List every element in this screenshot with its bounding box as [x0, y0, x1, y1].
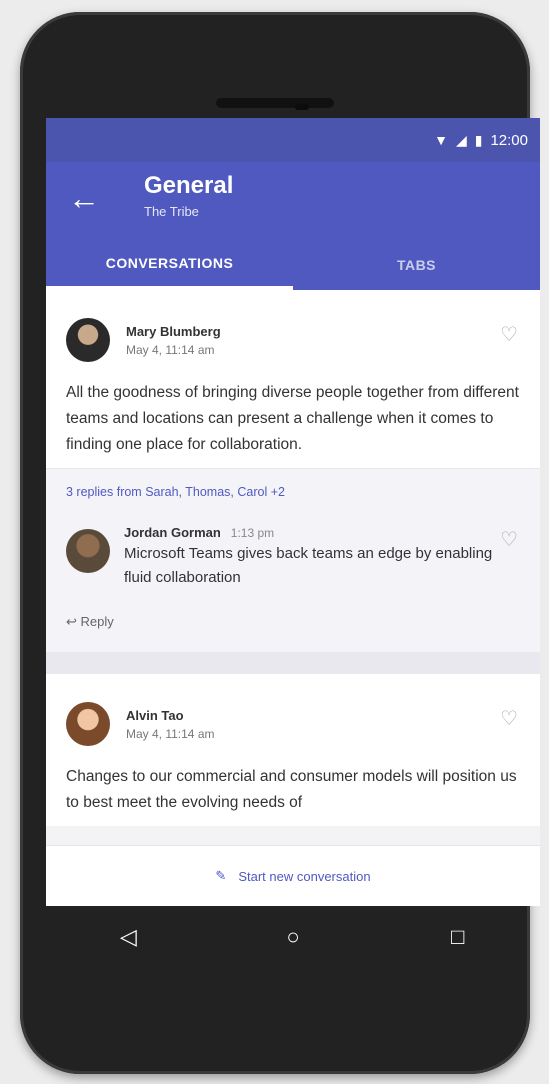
post-date: May 4, 11:14 am	[126, 726, 215, 741]
like-icon[interactable]: ♡	[500, 527, 518, 552]
team-name: The Tribe	[144, 204, 199, 219]
compose-icon: ✎	[215, 868, 227, 883]
post-date: May 4, 11:14 am	[126, 342, 215, 357]
app-bar: ← General The Tribe CONVERSATIONS TABS	[46, 162, 540, 290]
battery-icon: ▮	[474, 131, 483, 148]
avatar[interactable]	[66, 702, 110, 746]
signal-icon: ◢	[455, 131, 467, 148]
reply-arrow-icon: ↩	[66, 614, 77, 629]
reply-body: Microsoft Teams gives back teams an edge…	[124, 545, 493, 586]
front-camera	[295, 104, 309, 110]
author-name: Alvin Tao	[126, 707, 184, 723]
tab-tabs[interactable]: TABS	[293, 240, 540, 290]
screen: ▼ ◢ ▮ 12:00 ← General The Tribe CONVERSA…	[46, 118, 540, 906]
conversation-card: Alvin Tao May 4, 11:14 am ♡ Changes to o…	[46, 674, 540, 826]
avatar[interactable]	[66, 318, 110, 362]
channel-title: General	[144, 172, 234, 199]
post[interactable]: Mary Blumberg May 4, 11:14 am ♡ All the …	[46, 290, 540, 468]
reply-time: 1:13 pm	[230, 526, 275, 540]
post-body: All the goodness of bringing diverse peo…	[66, 384, 519, 453]
post-body: Changes to our commercial and consumer m…	[66, 768, 517, 811]
reply[interactable]: Jordan Gorman 1:13 pm Microsoft Teams giv…	[46, 515, 540, 600]
new-conversation-button[interactable]: ✎ Start new conversation	[46, 845, 540, 906]
like-icon[interactable]: ♡	[500, 706, 518, 731]
like-icon[interactable]: ♡	[500, 322, 518, 347]
divider	[46, 652, 540, 674]
tab-bar: CONVERSATIONS TABS	[46, 240, 540, 290]
author-name: Mary Blumberg	[126, 323, 221, 339]
wifi-icon: ▼	[434, 132, 448, 148]
reply-label: Reply	[80, 614, 114, 629]
speaker-grille	[216, 98, 334, 108]
reply-button[interactable]: ↩ Reply	[46, 600, 540, 652]
nav-back-icon[interactable]: ◁	[88, 924, 168, 950]
conversation-card: Mary Blumberg May 4, 11:14 am ♡ All the …	[46, 290, 540, 468]
avatar[interactable]	[66, 529, 110, 573]
tab-conversations[interactable]: CONVERSATIONS	[46, 240, 293, 290]
post[interactable]: Alvin Tao May 4, 11:14 am ♡ Changes to o…	[46, 674, 540, 826]
reply-author: Jordan Gorman	[124, 525, 221, 540]
status-bar: ▼ ◢ ▮ 12:00	[46, 118, 540, 162]
android-nav-bar: ◁ ○ □	[46, 906, 540, 968]
back-arrow-icon[interactable]: ←	[68, 182, 100, 214]
replies-summary-link[interactable]: 3 replies from Sarah, Thomas, Carol +2	[46, 468, 540, 515]
nav-recents-icon[interactable]: □	[418, 924, 498, 950]
status-time: 12:00	[490, 131, 528, 149]
new-conversation-label: Start new conversation	[238, 868, 371, 884]
nav-home-icon[interactable]: ○	[253, 924, 333, 950]
